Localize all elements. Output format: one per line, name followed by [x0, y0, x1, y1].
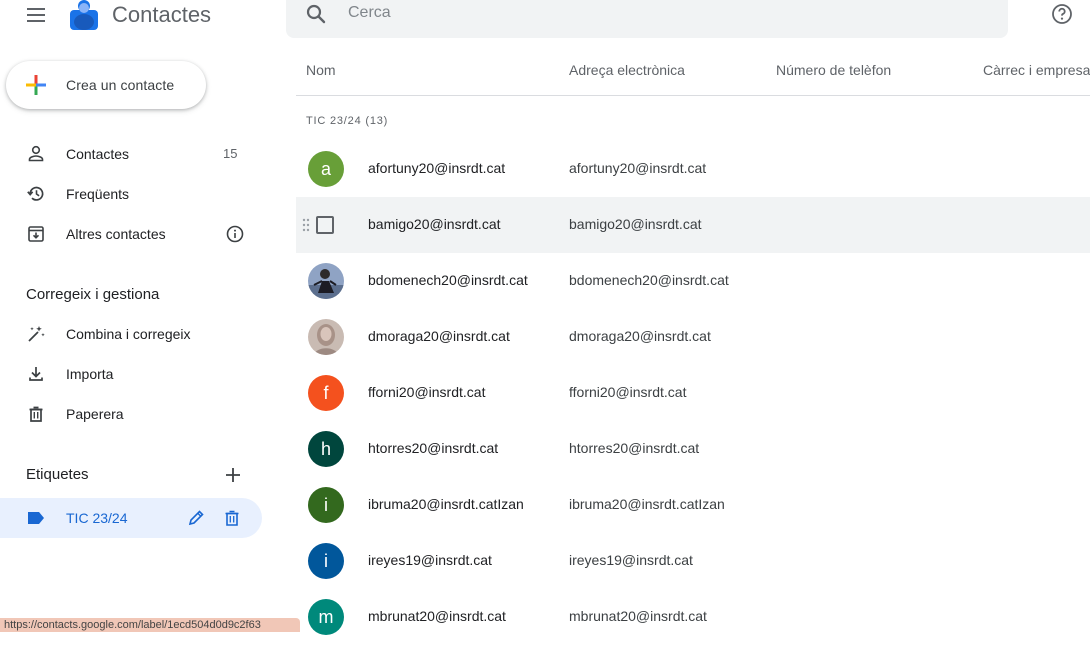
contacts-count: 15 [223, 146, 238, 161]
table-row[interactable]: h htorres20@insrdt.cat htorres20@insrdt.… [296, 421, 1090, 477]
avatar: f [308, 375, 344, 411]
contact-name: fforni20@insrdt.cat [368, 384, 486, 400]
header-divider [296, 95, 1090, 96]
info-icon[interactable] [226, 225, 244, 243]
sidebar-item-other-contacts[interactable]: Altres contactes [0, 214, 262, 254]
trash-icon [29, 406, 43, 422]
contact-name: bdomenech20@insrdt.cat [368, 272, 528, 288]
table-row[interactable]: a afortuny20@insrdt.cat afortuny20@insrd… [296, 141, 1090, 197]
contacts-logo-icon [70, 0, 98, 30]
avatar-photo [308, 319, 344, 355]
labels-section-title: Etiquetes [26, 466, 89, 483]
column-header-job[interactable]: Càrrec i empresa [983, 62, 1090, 78]
main-menu-button[interactable] [24, 4, 48, 26]
sidebar-item-label: Altres contactes [66, 226, 166, 242]
table-row[interactable]: f fforni20@insrdt.cat fforni20@insrdt.ca… [296, 365, 1090, 421]
contact-email: fforni20@insrdt.cat [569, 384, 687, 400]
contact-email: dmoraga20@insrdt.cat [569, 328, 711, 344]
sidebar-item-label: Importa [66, 366, 114, 382]
trash-icon[interactable] [222, 508, 242, 528]
avatar: h [308, 431, 344, 467]
sidebar-item-import[interactable]: Importa [0, 354, 262, 394]
avatar-photo [308, 263, 344, 299]
status-bar-url: https://contacts.google.com/label/1ecd50… [0, 618, 300, 632]
table-row[interactable]: i ibruma20@insrdt.catIzan ibruma20@insrd… [296, 477, 1090, 533]
contact-email: bdomenech20@insrdt.cat [569, 272, 729, 288]
contact-email: htorres20@insrdt.cat [569, 440, 700, 456]
table-row[interactable]: m mbrunat20@insrdt.cat mbrunat20@insrdt.… [296, 589, 1090, 645]
group-label: TIC 23/24 (13) [306, 115, 389, 127]
contact-email: afortuny20@insrdt.cat [569, 160, 707, 176]
sidebar-item-merge-fix[interactable]: Combina i corregeix [0, 314, 262, 354]
contact-email: ireyes19@insrdt.cat [569, 552, 693, 568]
app-title: Contactes [112, 2, 212, 27]
avatar: m [308, 599, 344, 635]
download-icon [29, 367, 43, 381]
column-header-name[interactable]: Nom [306, 62, 336, 78]
table-row[interactable]: bdomenech20@insrdt.cat bdomenech20@insrd… [296, 253, 1090, 309]
contact-name: afortuny20@insrdt.cat [368, 160, 506, 176]
sidebar-item-label-tic[interactable]: TIC 23/24 [0, 498, 262, 538]
contact-name: ibruma20@insrdt.catIzan [368, 496, 524, 512]
pencil-icon[interactable] [186, 508, 206, 528]
column-header-phone[interactable]: Número de telèfon [776, 62, 891, 78]
avatar: i [308, 487, 344, 523]
sidebar-item-label: Contactes [66, 146, 130, 162]
sidebar-item-contacts[interactable]: Contactes 15 [0, 134, 262, 174]
contact-name: bamigo20@insrdt.cat [368, 216, 501, 232]
create-contact-button[interactable]: Crea un contacte [6, 61, 206, 109]
table-row[interactable]: dmoraga20@insrdt.cat dmoraga20@insrdt.ca… [296, 309, 1090, 365]
table-row[interactable]: bamigo20@insrdt.cat bamigo20@insrdt.cat [296, 197, 1090, 253]
contact-name: mbrunat20@insrdt.cat [368, 608, 506, 624]
archive-download-icon [28, 226, 44, 242]
manage-section-title: Corregeix i gestiona [26, 286, 160, 303]
contact-email: bamigo20@insrdt.cat [569, 216, 702, 232]
help-icon[interactable] [1051, 3, 1073, 25]
create-contact-label: Crea un contacte [66, 77, 175, 93]
sidebar-item-frequent[interactable]: Freqüents [0, 174, 262, 214]
person-icon [28, 145, 44, 162]
avatar: a [308, 151, 344, 187]
label-name: TIC 23/24 [66, 510, 128, 526]
label-tag-icon [28, 512, 44, 524]
search-input[interactable] [346, 3, 950, 23]
search-bar[interactable] [286, 0, 1008, 38]
contact-name: htorres20@insrdt.cat [368, 440, 499, 456]
contact-email: ibruma20@insrdt.catIzan [569, 496, 725, 512]
column-header-email[interactable]: Adreça electrònica [569, 62, 685, 78]
history-icon [27, 186, 44, 201]
add-label-icon[interactable] [224, 466, 242, 484]
contact-name: dmoraga20@insrdt.cat [368, 328, 510, 344]
plus-icon [26, 75, 46, 95]
search-icon[interactable] [304, 2, 328, 26]
row-checkbox[interactable] [316, 216, 334, 234]
avatar: i [308, 543, 344, 579]
contact-name: ireyes19@insrdt.cat [368, 552, 492, 568]
sidebar-item-label: Freqüents [66, 186, 130, 202]
sidebar-item-label: Combina i corregeix [66, 326, 191, 342]
table-row[interactable]: i ireyes19@insrdt.cat ireyes19@insrdt.ca… [296, 533, 1090, 589]
sidebar-item-label: Paperera [66, 406, 124, 422]
magic-wand-icon [28, 326, 45, 342]
contact-email: mbrunat20@insrdt.cat [569, 608, 707, 624]
sidebar-item-trash[interactable]: Paperera [0, 394, 262, 434]
drag-handle-icon[interactable] [302, 217, 310, 233]
